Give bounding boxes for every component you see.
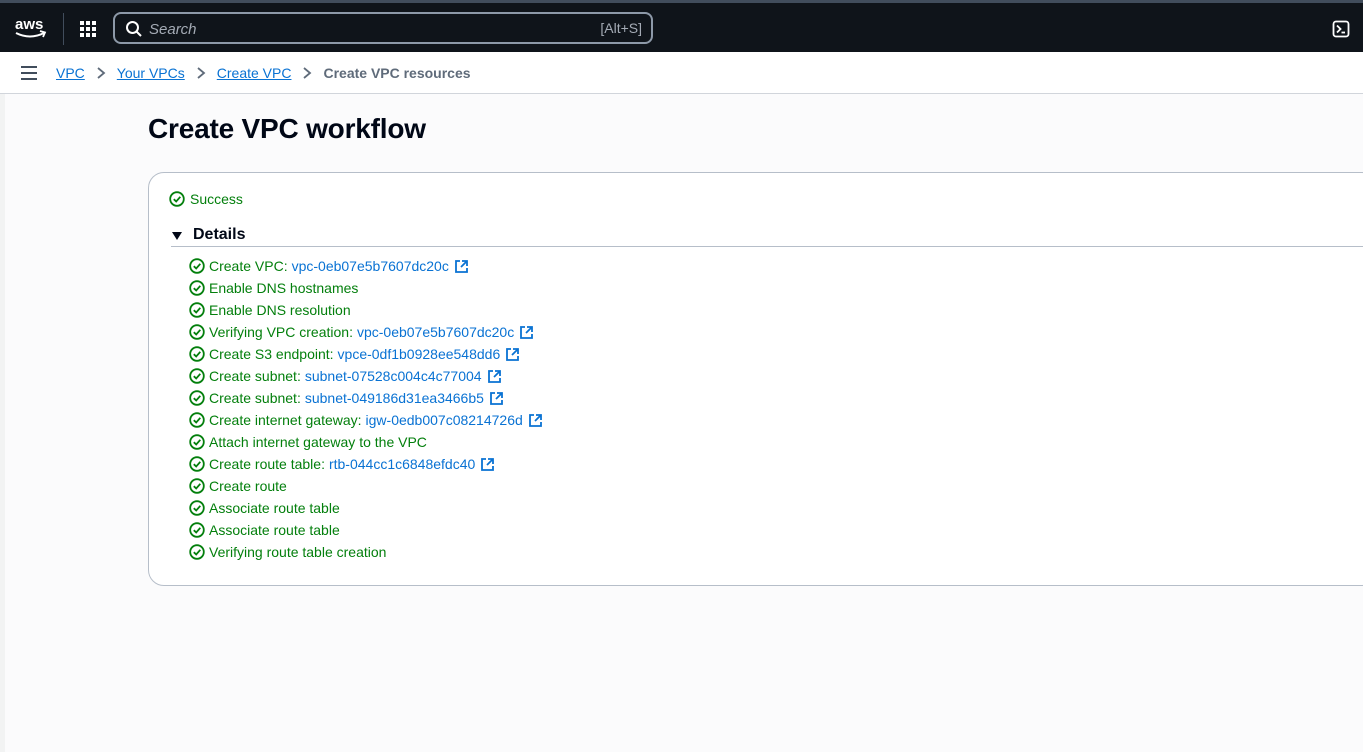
resource-id-link[interactable]: rtb-044cc1c6848efdc40: [329, 456, 475, 472]
status-text: Success: [190, 191, 243, 207]
success-check-icon: [189, 302, 205, 318]
resource-id-link[interactable]: vpc-0eb07e5b7607dc20c: [292, 258, 449, 274]
cloudshell-icon[interactable]: [1332, 20, 1350, 38]
details-title: Details: [193, 225, 246, 243]
breadcrumb-item-vpc[interactable]: VPC: [56, 65, 85, 81]
resource-id-link[interactable]: igw-0edb007c08214726d: [366, 412, 523, 428]
success-check-icon: [189, 478, 205, 494]
breadcrumb-item-create-vpc[interactable]: Create VPC: [217, 65, 292, 81]
workflow-step: Attach internet gateway to the VPC: [189, 431, 543, 453]
success-check-icon: [189, 280, 205, 296]
side-rail: [0, 94, 5, 752]
external-link-icon[interactable]: [487, 369, 502, 384]
search-shortcut-hint: [Alt+S]: [600, 20, 642, 36]
svg-text:aws: aws: [15, 16, 43, 33]
step-label: Enable DNS hostnames: [209, 280, 359, 296]
success-check-icon: [189, 346, 205, 362]
workflow-step: Associate route table: [189, 519, 543, 541]
workflow-container: Success Details Create VPC: vpc-0eb07e5b7…: [148, 172, 1363, 586]
search-input[interactable]: [149, 18, 569, 40]
success-check-icon: [189, 544, 205, 560]
external-link-icon[interactable]: [519, 325, 534, 340]
external-link-icon[interactable]: [454, 259, 469, 274]
workflow-step: Create internet gateway: igw-0edb007c0821…: [189, 409, 543, 431]
step-label: Associate route table: [209, 522, 340, 538]
step-label: Verifying route table creation: [209, 544, 387, 560]
topbar-divider: [63, 13, 64, 45]
resource-id-link[interactable]: subnet-07528c004c4c77004: [305, 368, 482, 384]
step-label: Create route: [209, 478, 287, 494]
workflow-step: Create route: [189, 475, 543, 497]
workflow-step: Create S3 endpoint: vpce-0df1b0928ee548dd…: [189, 343, 543, 365]
success-check-icon: [189, 258, 205, 274]
workflow-step: Enable DNS hostnames: [189, 277, 543, 299]
success-check-icon: [189, 500, 205, 516]
success-check-icon: [189, 434, 205, 450]
search-icon: [126, 21, 142, 37]
success-check-icon: [169, 191, 185, 207]
external-link-icon[interactable]: [505, 347, 520, 362]
step-label: Create VPC:: [209, 258, 288, 274]
chevron-right-icon: [185, 66, 217, 80]
step-label: Verifying VPC creation:: [209, 324, 353, 340]
details-expander[interactable]: Details: [171, 225, 1363, 247]
workflow-step: Create route table: rtb-044cc1c6848efdc40: [189, 453, 543, 475]
search-box[interactable]: [Alt+S]: [113, 12, 653, 44]
workflow-step: Verifying route table creation: [189, 541, 543, 563]
workflow-step: Enable DNS resolution: [189, 299, 543, 321]
success-check-icon: [189, 456, 205, 472]
breadcrumb-bar: VPC Your VPCs Create VPC Create VPC reso…: [0, 52, 1363, 94]
step-label: Create S3 endpoint:: [209, 346, 334, 362]
step-label: Attach internet gateway to the VPC: [209, 434, 427, 450]
success-check-icon: [189, 368, 205, 384]
success-check-icon: [189, 324, 205, 340]
resource-id-link[interactable]: vpc-0eb07e5b7607dc20c: [357, 324, 514, 340]
success-check-icon: [189, 522, 205, 538]
step-label: Enable DNS resolution: [209, 302, 351, 318]
chevron-right-icon: [291, 66, 323, 80]
success-check-icon: [189, 412, 205, 428]
steps-list: Create VPC: vpc-0eb07e5b7607dc20c Enable D…: [189, 255, 543, 563]
external-link-icon[interactable]: [528, 413, 543, 428]
external-link-icon[interactable]: [489, 391, 504, 406]
chevron-right-icon: [85, 66, 117, 80]
workflow-step: Create subnet: subnet-07528c004c4c77004: [189, 365, 543, 387]
status-indicator: Success: [169, 191, 243, 207]
breadcrumb-item-your-vpcs[interactable]: Your VPCs: [117, 65, 185, 81]
breadcrumb-item-current: Create VPC resources: [323, 65, 471, 81]
step-label: Associate route table: [209, 500, 340, 516]
step-label: Create route table:: [209, 456, 325, 472]
workflow-step: Verifying VPC creation: vpc-0eb07e5b7607d…: [189, 321, 543, 343]
resource-id-link[interactable]: subnet-049186d31ea3466b5: [305, 390, 484, 406]
workflow-step: Associate route table: [189, 497, 543, 519]
caret-down-icon: [172, 231, 182, 240]
resource-id-link[interactable]: vpce-0df1b0928ee548dd6: [338, 346, 501, 362]
menu-icon[interactable]: [20, 65, 38, 81]
step-label: Create subnet:: [209, 390, 301, 406]
top-navigation: aws [Alt+S]: [0, 0, 1363, 52]
workflow-step: Create VPC: vpc-0eb07e5b7607dc20c: [189, 255, 543, 277]
workflow-step: Create subnet: subnet-049186d31ea3466b5: [189, 387, 543, 409]
aws-logo[interactable]: aws: [14, 15, 48, 41]
step-label: Create internet gateway:: [209, 412, 362, 428]
step-label: Create subnet:: [209, 368, 301, 384]
apps-grid-icon[interactable]: [76, 17, 100, 41]
page-title: Create VPC workflow: [148, 113, 426, 144]
breadcrumb: VPC Your VPCs Create VPC Create VPC reso…: [56, 64, 471, 82]
external-link-icon[interactable]: [480, 457, 495, 472]
success-check-icon: [189, 390, 205, 406]
